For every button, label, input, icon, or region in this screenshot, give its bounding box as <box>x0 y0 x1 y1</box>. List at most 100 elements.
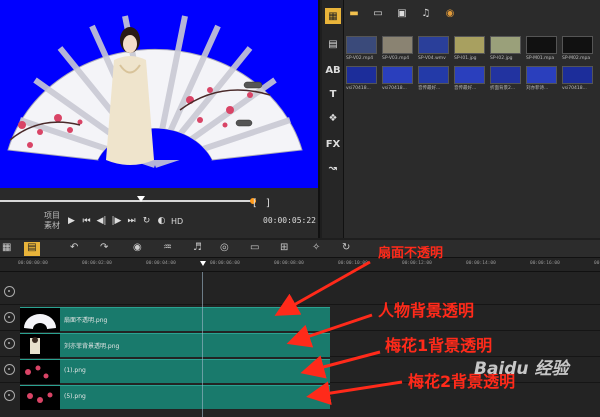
library-thumbnail[interactable]: 音传最好... <box>418 66 449 92</box>
motion-track-icon[interactable]: ◎ <box>220 242 229 256</box>
clip-label: (1).png <box>64 367 86 374</box>
music-icon[interactable]: ♫ <box>418 6 434 20</box>
timecode-display[interactable]: 00:00:05:22 <box>263 216 316 225</box>
library-thumbnail[interactable]: vsi70418... <box>382 66 413 92</box>
redo-icon[interactable]: ↷ <box>100 242 108 256</box>
mark-out-button[interactable]: ] <box>266 198 270 209</box>
film-reel-icon <box>3 285 15 297</box>
ruler-tick-label: 00:00:06:00 <box>210 261 240 266</box>
library-thumbnail[interactable]: 刘亦菲诗... <box>526 66 557 92</box>
path-icon[interactable]: ↝ <box>325 160 341 176</box>
library-thumbnail[interactable]: vsi70418... <box>562 66 593 92</box>
ruler-tick-label: 00:00:12:00 <box>402 261 432 266</box>
hd-toggle[interactable]: HD <box>171 217 183 226</box>
undo-icon[interactable]: ↶ <box>70 242 78 256</box>
trim-buttons: [ ] <box>253 198 270 209</box>
clip-plum-2[interactable]: (5).png <box>20 385 330 410</box>
thumbnail-image <box>418 66 449 84</box>
scrub-handle[interactable] <box>137 196 145 202</box>
thumbnail-caption: SP-M02.mpa <box>562 56 591 61</box>
clip-thumbnail <box>20 386 60 410</box>
library-thumbnail[interactable]: SP-I02.jpg <box>490 36 521 62</box>
thumbnail-caption: SP-I02.jpg <box>490 56 513 61</box>
image-filter-icon[interactable]: ▣ <box>394 6 410 20</box>
library-thumbnail[interactable]: 折面背景2... <box>490 66 521 92</box>
clip-person[interactable]: 刘亦菲背景透明.png <box>20 333 330 358</box>
thumbnail-caption: 音传最好... <box>454 86 477 91</box>
annotation-fan-opaque: 扇面不透明 <box>378 246 444 261</box>
library-thumbnail[interactable]: SP-M01.mpa <box>526 36 557 62</box>
mark-in-button[interactable]: [ <box>253 198 257 209</box>
thumbnail-image <box>490 66 521 84</box>
loop-icon[interactable]: ↻ <box>342 242 350 256</box>
multi-camera-icon[interactable]: ⊞ <box>280 242 288 256</box>
title-icon[interactable]: T <box>325 86 341 102</box>
thumbnail-image <box>346 36 377 54</box>
track-header-3[interactable] <box>0 332 18 354</box>
step-back-icon[interactable]: ◀| <box>96 213 107 229</box>
transport-controls: ▶ ⏮ ◀| |▶ ⏭ ↻ ◐ HD <box>66 213 183 229</box>
track-header-5[interactable] <box>0 384 18 406</box>
thumbnail-caption: SP-V04.wmv <box>418 56 446 61</box>
volume-icon[interactable]: ◐ <box>156 213 167 229</box>
thumbnail-image <box>382 66 413 84</box>
thumbnail-caption: 音传最好... <box>418 86 441 91</box>
woman-figure <box>106 27 154 165</box>
thumbnail-caption: vsi70418... <box>562 86 587 91</box>
library-row-2: vsi70418... vsi70418... 音传最好... 音传最好... 折面背景… <box>346 66 593 92</box>
subtitle-icon[interactable]: ▭ <box>250 242 259 256</box>
film-reel-icon <box>3 389 15 401</box>
thumbnail-caption: SP-M01.mpa <box>526 56 555 61</box>
record-icon[interactable]: ◉ <box>133 242 142 256</box>
storyboard-icon[interactable]: ▦ <box>2 242 11 256</box>
track-header-4[interactable] <box>0 358 18 380</box>
transition-icon[interactable]: AB <box>325 62 341 78</box>
library-thumbnail[interactable]: SP-V03.mp4 <box>382 36 413 62</box>
instant-project-icon[interactable]: ▤ <box>325 36 341 52</box>
library-thumbnail[interactable]: vsi70418... <box>346 66 377 92</box>
thumbnail-image <box>562 66 593 84</box>
ruler-tick-label: 00:00:04:00 <box>146 261 176 266</box>
play-icon[interactable]: ▶ <box>66 213 77 229</box>
clip-thumbnail <box>20 334 60 358</box>
thumbnail-caption: vsi70418... <box>382 86 407 91</box>
timeline-view-icon[interactable]: ▤ <box>24 242 40 256</box>
thumbnail-image <box>490 36 521 54</box>
go-to-end-icon[interactable]: ⏭ <box>126 213 137 229</box>
clip-fan[interactable]: 扇面不透明.png <box>20 307 330 332</box>
library-thumbnail[interactable]: SP-V04.wmv <box>418 36 449 62</box>
library-sidebar: ▦ ▤ AB T ❖ FX ↝ <box>322 0 344 238</box>
film-reel-icon <box>3 337 15 349</box>
track-header-1[interactable] <box>0 280 18 302</box>
fx-icon[interactable]: FX <box>325 136 341 152</box>
magic-icon[interactable]: ✧ <box>312 242 320 256</box>
playhead-line <box>202 272 203 417</box>
clip-plum-1[interactable]: (1).png <box>20 359 330 384</box>
library-thumbnail[interactable]: SP-I01.jpg <box>454 36 485 62</box>
audio-mixer-icon[interactable]: ♒ <box>163 242 172 256</box>
folder-icon[interactable]: ▬ <box>346 6 362 20</box>
timeline-ruler[interactable]: 00:00:00:00 00:00:02:00 00:00:04:00 00:00:0… <box>0 258 600 272</box>
library-thumbnail[interactable]: 音传最好... <box>454 66 485 92</box>
step-forward-icon[interactable]: |▶ <box>111 213 122 229</box>
thumbnail-caption: vsi70418... <box>346 86 371 91</box>
auto-music-icon[interactable]: ♬ <box>193 242 202 256</box>
library-thumbnail[interactable]: SP-V02.mp4 <box>346 36 377 62</box>
track-header-2[interactable] <box>0 306 18 328</box>
sort-icon[interactable]: ◉ <box>442 6 458 20</box>
scrub-bar[interactable] <box>0 196 256 206</box>
ruler-tick-label: 00:00:08:00 <box>274 261 304 266</box>
repeat-icon[interactable]: ↻ <box>141 213 152 229</box>
project-mode-label[interactable]: 项目 <box>44 211 66 221</box>
go-to-start-icon[interactable]: ⏮ <box>81 213 92 229</box>
graphic-icon[interactable]: ❖ <box>325 110 341 126</box>
preview-screen <box>0 0 318 188</box>
clip-mode-label[interactable]: 素材 <box>44 221 66 231</box>
thumbnail-caption: SP-I01.jpg <box>454 56 477 61</box>
clip-thumbnail <box>20 308 60 332</box>
video-filter-icon[interactable]: ▭ <box>370 6 386 20</box>
library-thumbnail[interactable]: SP-M02.mpa <box>562 36 593 62</box>
media-icon[interactable]: ▦ <box>325 8 341 24</box>
playhead-icon[interactable] <box>200 261 206 266</box>
thumbnail-caption: SP-V02.mp4 <box>346 56 374 61</box>
